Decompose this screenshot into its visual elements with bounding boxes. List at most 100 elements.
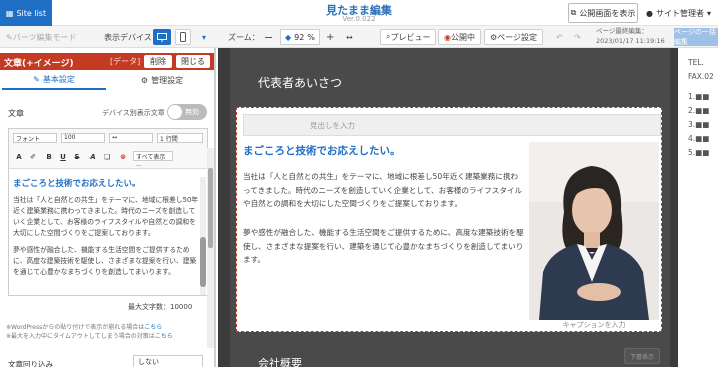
line-height-select[interactable]: 1 行間 bbox=[157, 133, 203, 143]
device-pc-button[interactable] bbox=[153, 29, 171, 45]
panel-title: 文章(+イメージ) bbox=[4, 59, 74, 69]
page-settings-label: ページ設定 bbox=[497, 32, 538, 42]
text-wrap-select[interactable]: しない bbox=[133, 355, 203, 367]
font-style-icon[interactable]: A bbox=[87, 150, 99, 163]
zoom-value: 92 bbox=[294, 32, 305, 42]
device-dropdown-icon[interactable]: ▾ bbox=[202, 29, 206, 45]
smartphone-icon bbox=[180, 32, 186, 42]
editor-content[interactable]: まごころと技術でお応えしたい。 当社は「人と自然との共生」をテーマに、地域に根差… bbox=[13, 177, 199, 295]
zoom-in-icon[interactable]: + bbox=[326, 29, 334, 45]
selected-text-image-part[interactable]: 見出しを入力 まごころと技術でお応えしたい。 当社は「人と自然との共生」をテーマ… bbox=[236, 107, 662, 332]
timeout-note-text: ※最大を入力中にタイムアウトしてしまう場合の対策は bbox=[6, 333, 155, 340]
public-view-button[interactable]: ⧉ 公開画面を表示 bbox=[568, 3, 638, 23]
eye-icon: ◉ bbox=[444, 32, 451, 42]
preview-button[interactable]: ⌕ プレビュー bbox=[380, 29, 437, 45]
display-device-label: 表示デバイス： bbox=[104, 32, 160, 42]
publishing-button[interactable]: ◉ 公開中 bbox=[438, 29, 481, 45]
redo-icon[interactable]: ↷ bbox=[574, 29, 581, 45]
public-view-label: 公開画面を表示 bbox=[579, 8, 636, 18]
right-line-7: 5.■■ bbox=[688, 148, 710, 157]
zoom-input[interactable]: ◆ 92 % bbox=[280, 29, 320, 45]
parts-edit-mode-button[interactable]: ✎ パーツ編集モード bbox=[6, 29, 77, 45]
clear-format-icon[interactable]: ⊗ bbox=[117, 150, 129, 163]
undo-icon[interactable]: ↶ bbox=[556, 29, 563, 45]
content-paragraph-2: 夢や感性が融合した、機能する生活空間をご提供するために、高度な建築技術を駆使し、… bbox=[243, 228, 524, 264]
underline-icon[interactable]: U bbox=[57, 150, 69, 163]
right-line-3: 1.■■ bbox=[688, 92, 710, 101]
highlight-icon[interactable]: ✐ bbox=[27, 150, 39, 163]
preview-label: プレビュー bbox=[390, 32, 431, 42]
last-edit-info: ページ最終編集： 2023/01/17 11:19:16 bbox=[596, 26, 665, 46]
user-icon: ● bbox=[646, 8, 653, 18]
rich-text-editor[interactable]: フォント 100 ↔ 1 行間 A ✐ B U S A ❏ ⊗ すべて表示 ..… bbox=[8, 128, 208, 296]
gear-icon: ⚙ bbox=[490, 32, 498, 42]
device-smartphone-button[interactable] bbox=[175, 29, 191, 45]
edit-icon: ✎ bbox=[6, 32, 13, 42]
tab-basic-settings[interactable]: ✎ 基本設定 bbox=[2, 70, 106, 90]
section-title-company[interactable]: 会社概要 bbox=[258, 355, 302, 367]
tab-basic-label: 基本設定 bbox=[42, 74, 75, 84]
strikethrough-icon[interactable]: S bbox=[71, 150, 83, 163]
last-edit-label: ページ最終編集： bbox=[596, 27, 648, 35]
part-settings-panel: 文章(+イメージ) [データ] 削除 閉じる ✎ 基本設定 ⚙ 管理設定 文章 … bbox=[0, 48, 216, 367]
panel-scrollbar[interactable] bbox=[207, 148, 214, 348]
panel-scroll-thumb[interactable] bbox=[208, 168, 213, 248]
text-wrap-label: 文章回り込み bbox=[8, 360, 53, 367]
editor-scrollbar[interactable] bbox=[200, 177, 206, 295]
per-device-toggle[interactable]: 無効 bbox=[167, 104, 207, 120]
editor-scroll-thumb[interactable] bbox=[200, 237, 206, 287]
external-link-icon: ⧉ bbox=[570, 8, 577, 17]
letter-spacing-select[interactable]: ↔ bbox=[109, 133, 153, 143]
panel-type-tag: [データ] bbox=[110, 57, 141, 66]
page-settings-button[interactable]: ⚙ ページ設定 bbox=[484, 29, 544, 45]
zoom-slider-icon: ◆ bbox=[285, 32, 292, 42]
section-title-greeting[interactable]: 代表者あいさつ bbox=[258, 74, 342, 91]
timeout-note-link[interactable]: こちら bbox=[155, 333, 173, 340]
per-device-label: デバイス別表示文章 bbox=[102, 109, 165, 117]
gear-icon: ⚙ bbox=[140, 75, 149, 85]
right-preview-strip: TEL. FAX.02 1.■■ 2.■■ 3.■■ 4.■■ 5.■■ bbox=[678, 48, 718, 367]
admin-menu[interactable]: ● サイト管理者 ▾ bbox=[646, 3, 711, 23]
close-button[interactable]: 閉じる bbox=[176, 55, 210, 68]
zoom-label: ズーム： bbox=[228, 32, 260, 42]
top-bar: ▦ Site list 見たまま編集 Ver.0.022 ⧉ 公開画面を表示 ●… bbox=[0, 0, 718, 26]
right-line-6: 4.■■ bbox=[688, 134, 710, 143]
max-chars-label: 最大文字数：10000 bbox=[128, 303, 193, 311]
right-line-2: FAX.02 bbox=[688, 72, 714, 81]
publishing-label: 公開中 bbox=[450, 32, 475, 42]
edit-icon: ✎ bbox=[33, 74, 40, 84]
copy-format-icon[interactable]: ❏ bbox=[101, 150, 113, 163]
zoom-out-icon[interactable]: − bbox=[264, 29, 273, 45]
toggle-label: 無効 bbox=[185, 108, 199, 116]
person-photo-image bbox=[529, 142, 659, 320]
fit-width-icon[interactable]: ↔ bbox=[346, 29, 353, 45]
tab-manage-label: 管理設定 bbox=[151, 75, 184, 85]
delete-button[interactable]: 削除 bbox=[144, 55, 172, 68]
block-format-select[interactable]: すべて表示 ... bbox=[133, 151, 173, 168]
representative-photo[interactable] bbox=[529, 142, 659, 320]
chevron-down-icon: ▾ bbox=[706, 8, 711, 18]
content-paragraph-1: 当社は「人と自然との共生」をテーマに、地域に根差し50年近く建築業務に携わってき… bbox=[243, 172, 523, 208]
bold-icon[interactable]: B bbox=[43, 150, 55, 163]
toggle-knob bbox=[168, 105, 182, 119]
font-size-select[interactable]: 100 bbox=[61, 133, 105, 143]
editor-heading: まごころと技術でお応えしたい。 bbox=[13, 179, 141, 189]
paste-note-text: ※WordPressからの貼り付けで表示が崩れる場合は bbox=[6, 324, 145, 331]
font-select[interactable]: フォント bbox=[13, 133, 57, 143]
text-field-label: 文章 bbox=[8, 109, 24, 118]
panel-header: 文章(+イメージ) [データ] 削除 閉じる bbox=[0, 53, 214, 70]
text-wrap-value: しない bbox=[138, 358, 159, 366]
paste-note-link[interactable]: こちら bbox=[144, 324, 162, 331]
right-line-1: TEL. bbox=[688, 58, 704, 67]
last-edit-time: 2023/01/17 11:19:16 bbox=[596, 37, 665, 45]
text-color-icon[interactable]: A bbox=[13, 150, 25, 163]
right-line-4: 2.■■ bbox=[688, 106, 710, 115]
tab-manage-settings[interactable]: ⚙ 管理設定 bbox=[110, 70, 214, 90]
image-caption-input[interactable]: キャプションを入力 bbox=[529, 320, 659, 330]
heading-input[interactable]: 見出しを入力 bbox=[243, 114, 661, 136]
zoom-unit: % bbox=[307, 32, 315, 42]
section-tag[interactable]: 下層表示 bbox=[624, 348, 661, 364]
right-line-5: 3.■■ bbox=[688, 120, 710, 129]
panel-tabs: ✎ 基本設定 ⚙ 管理設定 bbox=[0, 70, 214, 90]
bulk-edit-button[interactable]: ページの一括編集 bbox=[674, 28, 718, 46]
